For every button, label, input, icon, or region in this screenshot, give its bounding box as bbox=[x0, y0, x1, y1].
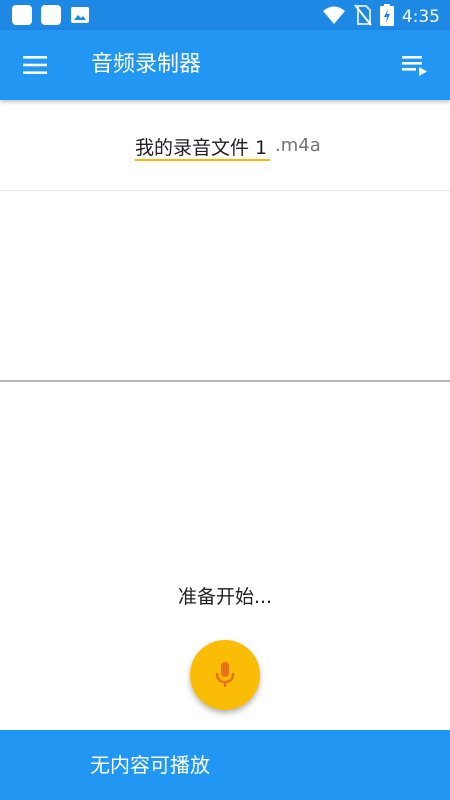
recording-status: 准备开始... bbox=[177, 586, 273, 608]
waveform-area bbox=[0, 191, 450, 381]
record-button[interactable] bbox=[190, 640, 260, 710]
playback-label: 无内容可播放 bbox=[90, 753, 210, 777]
playback-bar[interactable]: 无内容可播放 bbox=[0, 730, 450, 800]
filename-input[interactable] bbox=[135, 133, 270, 161]
playlist-play-icon bbox=[402, 56, 427, 76]
system-icons: 4:35 bbox=[322, 4, 440, 30]
hamburger-menu-icon bbox=[23, 56, 47, 74]
no-sim-icon bbox=[354, 4, 372, 30]
app-notification-icon bbox=[12, 5, 32, 25]
app-title: 音频录制器 bbox=[91, 52, 202, 77]
waveform-baseline bbox=[0, 380, 450, 382]
clock: 4:35 bbox=[401, 7, 440, 27]
image-icon bbox=[70, 5, 90, 25]
microphone-icon bbox=[215, 662, 235, 687]
app-bar: 音频录制器 bbox=[0, 30, 450, 100]
menu-button[interactable] bbox=[20, 51, 50, 79]
wifi-icon bbox=[322, 5, 346, 29]
battery-charging-icon bbox=[379, 4, 394, 30]
status-bar: 4:35 bbox=[0, 0, 450, 30]
filename-row: .m4a bbox=[0, 100, 450, 191]
file-extension: .m4a bbox=[275, 135, 321, 156]
app-notification-icon bbox=[41, 5, 61, 25]
notification-icons bbox=[12, 5, 90, 25]
recordings-list-button[interactable] bbox=[400, 51, 430, 79]
